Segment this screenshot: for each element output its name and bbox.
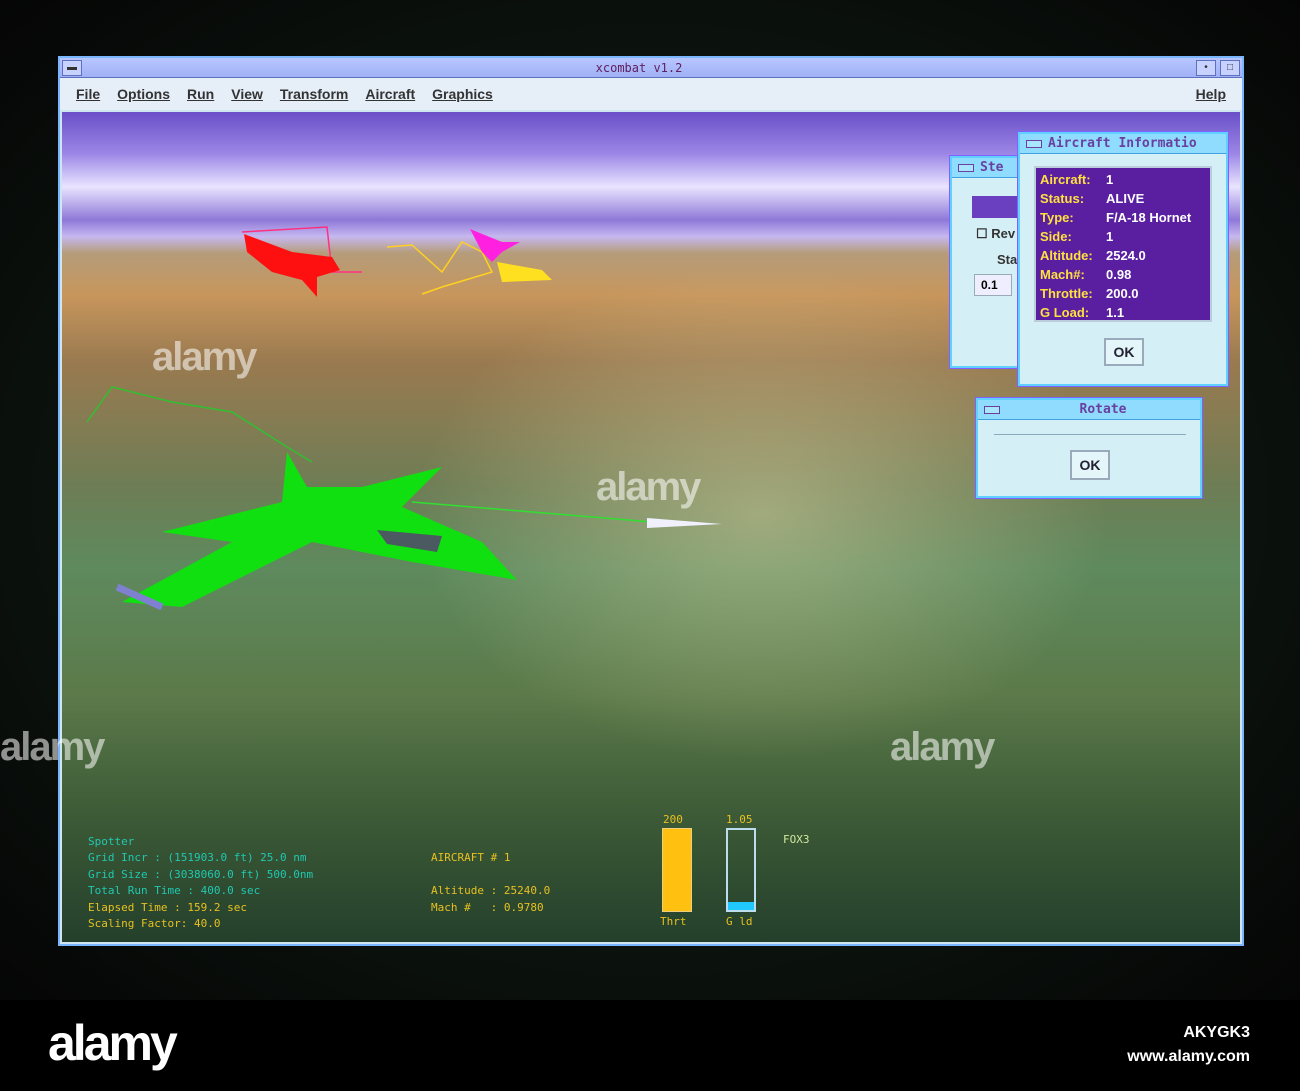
step-input[interactable]: 0.1 [974, 274, 1012, 296]
menu-aircraft[interactable]: Aircraft [365, 86, 415, 102]
info-row: Aircraft: 1 [1040, 170, 1206, 189]
green-trail [86, 386, 313, 463]
photo-frame: ▬ xcombat v1.2 • □ File Options Run View… [0, 0, 1300, 1000]
info-row: Type: F/A-18 Hornet [1040, 208, 1206, 227]
info-value: 2524.0 [1106, 248, 1146, 263]
weapon-label: FOX3 [783, 833, 810, 846]
dialog-menu-button[interactable] [1026, 139, 1042, 148]
gload-value: 1.05 [726, 813, 753, 826]
info-key: G Load: [1040, 305, 1090, 320]
menu-file[interactable]: File [76, 86, 100, 102]
alamy-url: www.alamy.com [1127, 1048, 1250, 1065]
aircraft-info-panel: Aircraft: 1 Status: ALIVE Type: F/A-18 Hornet… [1034, 166, 1212, 322]
maximize-button[interactable]: □ [1220, 59, 1240, 76]
hud-grid-size: Grid Size : (3038060.0 ft) 500.0nm [88, 868, 314, 881]
minimize-button[interactable]: • [1196, 59, 1216, 76]
hud-elapsed: Elapsed Time : 159.2 sec [88, 901, 247, 914]
red-enemy-aircraft [244, 234, 340, 297]
watermark-bar: alamy AKYGK3 www.alamy.com [0, 1000, 1300, 1091]
info-key: Type: [1040, 210, 1074, 225]
info-key: Side: [1040, 229, 1072, 244]
separator [994, 434, 1186, 435]
hud-scaling: Scaling Factor: 40.0 [88, 917, 221, 930]
info-ok-button[interactable]: OK [1104, 338, 1144, 366]
title-bar[interactable]: ▬ xcombat v1.2 • □ [60, 58, 1242, 78]
info-value: 200.0 [1106, 286, 1139, 301]
hud-spotter: Spotter [88, 835, 135, 848]
missile [647, 518, 722, 528]
info-value: 1.1 [1106, 305, 1125, 320]
throttle-value: 200 [663, 813, 683, 826]
reverse-checkbox[interactable]: ☐ Rev [976, 226, 1015, 242]
window-menu-button[interactable]: ▬ [62, 59, 82, 76]
throttle-label: Thrt [660, 915, 687, 928]
info-key: Mach#: [1040, 267, 1085, 282]
menu-view[interactable]: View [231, 86, 263, 102]
dialog-menu-button[interactable] [958, 163, 974, 172]
info-value: 1 [1106, 229, 1114, 244]
info-row: Altitude: 2524.0 [1040, 246, 1206, 265]
info-key: Altitude: [1040, 248, 1093, 263]
menu-bar: File Options Run View Transform Aircraft… [60, 78, 1242, 110]
watermark: alamy [152, 335, 257, 379]
hud-altitude: Altitude : 25240.0 [431, 884, 551, 897]
info-key: Status: [1040, 191, 1085, 206]
hud-grid-incr: Grid Incr : (151903.0 ft) 25.0 nm [88, 851, 307, 864]
menu-graphics[interactable]: Graphics [432, 86, 493, 102]
aircraft-info-dialog: Aircraft Informatio Aircraft: 1 Status: ALI… [1018, 132, 1228, 386]
dialog-menu-button[interactable] [984, 405, 1000, 414]
player-aircraft [122, 452, 517, 607]
info-row: Status: ALIVE [1040, 189, 1206, 208]
info-row: G Load: 1.1 [1040, 303, 1206, 322]
info-key: Throttle: [1040, 286, 1093, 301]
watermark: alamy [0, 725, 105, 769]
hud-aircraft: AIRCRAFT # 1 [431, 851, 511, 864]
hud-mach: Mach # : 0.9780 [431, 901, 544, 914]
info-value: ALIVE [1106, 191, 1145, 206]
menu-transform[interactable]: Transform [280, 86, 348, 102]
rotate-dialog: Rotate OK [976, 398, 1202, 498]
window-title: xcombat v1.2 [595, 60, 683, 75]
info-row: Side: 1 [1040, 227, 1206, 246]
gload-bar [726, 828, 756, 912]
menu-help[interactable]: Help [1196, 86, 1226, 102]
info-row: Mach#: 0.98 [1040, 265, 1206, 284]
info-value: 1 [1106, 172, 1114, 187]
gload-label: G ld [726, 915, 753, 928]
info-key: Aircraft: [1040, 172, 1091, 187]
dialog-title: Ste [980, 160, 1004, 175]
image-id: AKYGK3 [1183, 1024, 1250, 1041]
menu-options[interactable]: Options [117, 86, 170, 102]
info-row: Throttle: 200.0 [1040, 284, 1206, 303]
rotate-ok-button[interactable]: OK [1070, 450, 1110, 480]
step-label: Sta [997, 252, 1018, 267]
magenta-enemy-aircraft [470, 229, 520, 262]
watermark: alamy [890, 725, 995, 769]
info-value: 0.98 [1106, 267, 1132, 282]
hud-total-run: Total Run Time : 400.0 sec [88, 884, 261, 897]
yellow-trail [386, 241, 494, 295]
dialog-title: Rotate [1079, 402, 1127, 417]
menu-run[interactable]: Run [187, 86, 214, 102]
yellow-enemy-aircraft [497, 262, 552, 282]
dialog-title: Aircraft Informatio [1048, 136, 1197, 151]
gload-fill [728, 902, 754, 910]
throttle-bar [662, 828, 692, 912]
info-value: F/A-18 Hornet [1106, 210, 1192, 225]
alamy-logo: alamy [48, 1015, 178, 1071]
watermark: alamy [596, 465, 701, 509]
checkbox-label: Rev [991, 226, 1016, 241]
